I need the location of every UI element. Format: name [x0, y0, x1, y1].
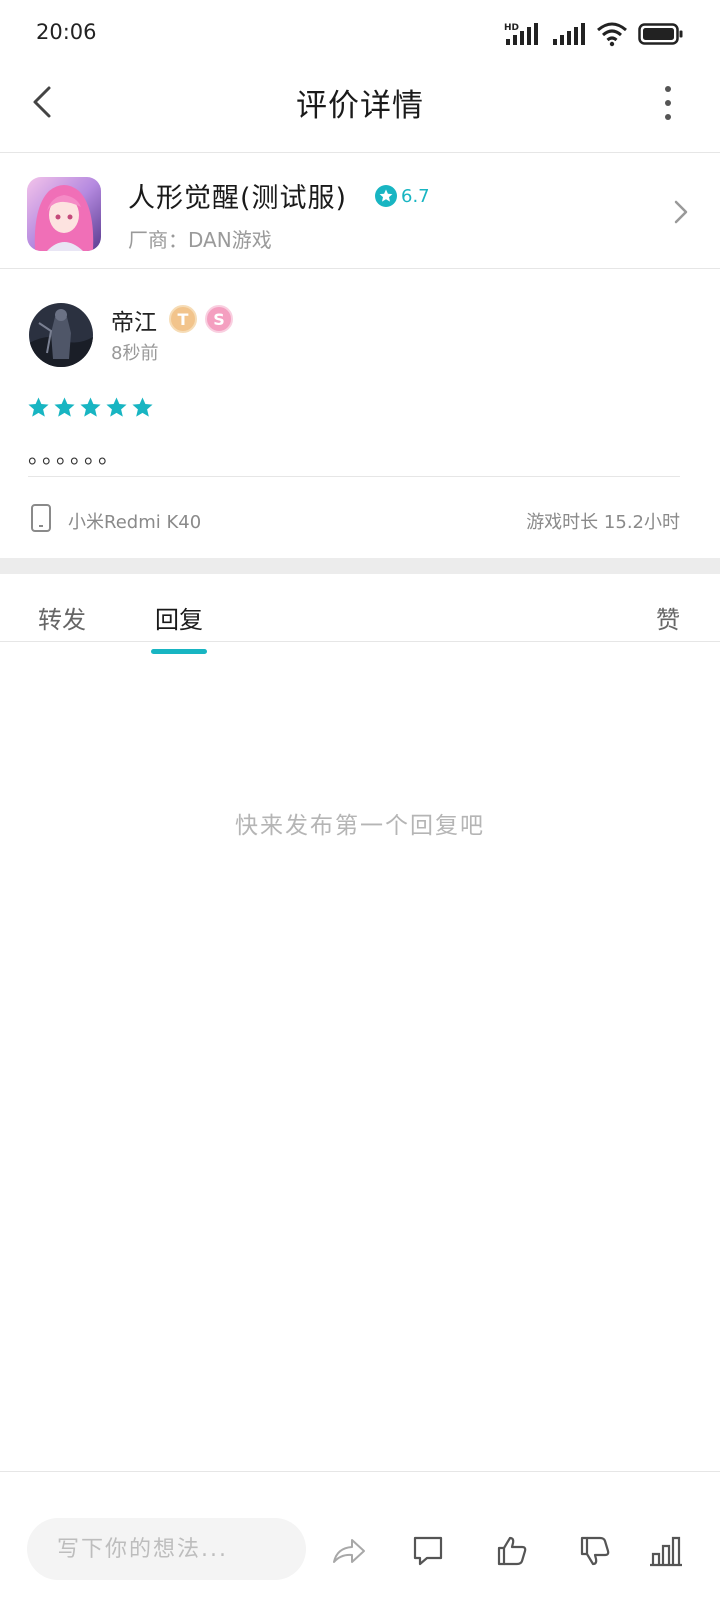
post-time: 8秒前 — [111, 343, 159, 364]
comment-input[interactable] — [27, 1518, 306, 1580]
game-vendor: 厂商：DAN游戏 — [128, 228, 272, 252]
star-icon — [28, 397, 49, 417]
stats-icon — [650, 1536, 682, 1567]
thumb-down-icon — [580, 1536, 610, 1566]
game-info-row[interactable] — [0, 153, 720, 268]
dislike-button[interactable] — [575, 1531, 615, 1571]
star-icon — [132, 397, 153, 417]
status-icons: HD — [504, 20, 684, 48]
game-name[interactable]: 人形觉醒(测试服) — [128, 176, 347, 215]
thumb-up-icon — [497, 1536, 527, 1566]
user-special-badge: S — [205, 305, 233, 333]
status-time: 20:06 — [36, 20, 97, 44]
score-star-icon — [375, 185, 397, 207]
more-dot-icon — [665, 100, 671, 106]
share-button[interactable] — [329, 1531, 369, 1571]
tab-active-indicator — [151, 649, 207, 654]
game-score: 6.7 — [375, 185, 430, 207]
star-icon — [106, 397, 127, 417]
wifi-icon — [597, 22, 627, 47]
section-separator — [0, 558, 720, 574]
device-name: 小米Redmi K40 — [68, 512, 202, 533]
play-time: 游戏时长 15.2小时 — [526, 512, 680, 533]
game-icon-image[interactable] — [27, 177, 101, 251]
game-divider — [0, 268, 720, 269]
tab-reply[interactable]: 回复 — [155, 600, 203, 635]
user-level-badge: T — [169, 305, 197, 333]
hd-label: HD — [504, 23, 519, 33]
game-score-value: 6.7 — [401, 185, 430, 207]
game-artwork-icon — [27, 177, 101, 251]
comment-icon — [413, 1536, 443, 1566]
star-icon — [54, 397, 75, 417]
avatar[interactable] — [29, 303, 93, 367]
avatar-image-icon — [29, 303, 93, 367]
cellular-icon — [553, 23, 585, 45]
more-dot-icon — [665, 114, 671, 120]
battery-icon — [638, 23, 683, 45]
comment-button[interactable] — [408, 1531, 448, 1571]
chevron-right-icon[interactable] — [674, 200, 688, 228]
phone-icon — [30, 503, 52, 537]
empty-state-text: 快来发布第一个回复吧 — [235, 813, 485, 839]
share-icon — [333, 1539, 365, 1563]
page-title: 评价详情 — [296, 88, 424, 124]
device-row: 小米Redmi K40 游戏时长 15.2小时 — [30, 498, 680, 546]
review-divider — [28, 476, 680, 477]
more-dot-icon — [665, 86, 671, 92]
rating-stars — [27, 396, 154, 419]
more-options-button[interactable] — [656, 86, 680, 120]
review-text: 。。。。。。 — [28, 444, 124, 469]
tab-repost[interactable]: 转发 — [38, 600, 86, 635]
star-icon — [80, 397, 101, 417]
stats-button[interactable] — [646, 1531, 686, 1571]
bottom-bar-divider — [0, 1471, 720, 1472]
tab-like[interactable]: 赞 — [656, 600, 680, 635]
like-button[interactable] — [492, 1531, 532, 1571]
cellular-hd-icon: HD — [504, 23, 538, 45]
tabs-divider — [0, 641, 720, 642]
user-name[interactable]: 帝江 — [111, 303, 157, 337]
